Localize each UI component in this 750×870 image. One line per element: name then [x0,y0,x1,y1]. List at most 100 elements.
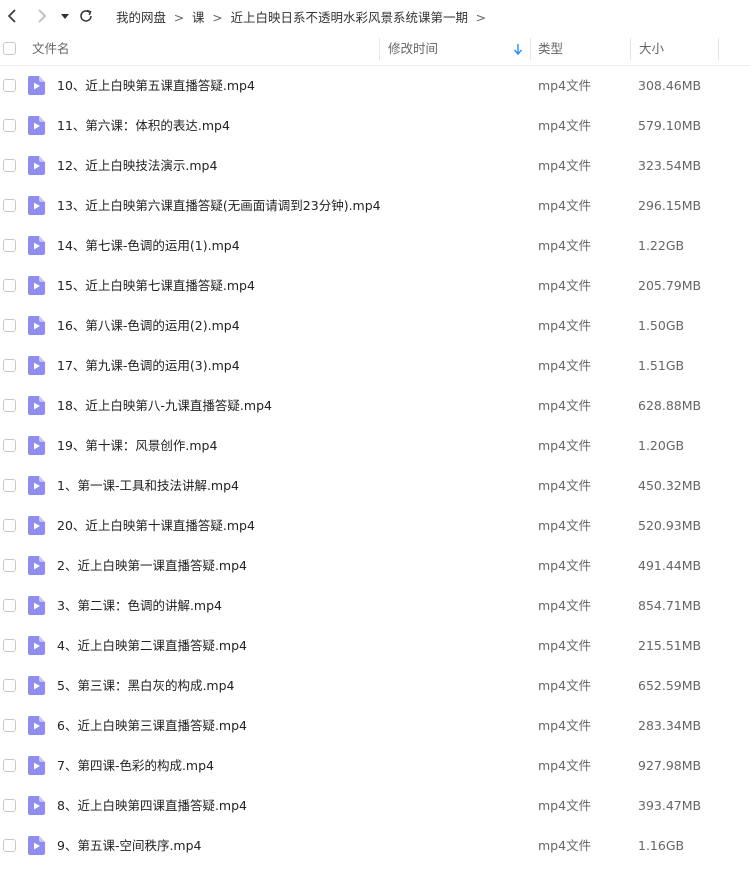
column-divider[interactable] [718,38,719,60]
video-file-icon [28,716,45,735]
row-checkbox[interactable] [3,279,16,292]
video-file-icon [28,556,45,575]
file-row[interactable]: 17、第九课-色调的运用(3).mp4 mp4文件 1.51GB [0,346,750,386]
row-checkbox[interactable] [3,759,16,772]
row-checkbox[interactable] [3,799,16,812]
row-checkbox[interactable] [3,679,16,692]
file-row[interactable]: 2、近上白映第一课直播答疑.mp4 mp4文件 491.44MB [0,546,750,586]
file-name[interactable]: 16、第八课-色调的运用(2).mp4 [57,306,240,346]
row-checkbox[interactable] [3,79,16,92]
file-row[interactable]: 9、第五课-空间秩序.mp4 mp4文件 1.16GB [0,826,750,866]
video-file-icon [28,356,45,375]
refresh-icon[interactable] [77,6,95,26]
file-name[interactable]: 8、近上白映第四课直播答疑.mp4 [57,786,247,826]
table-header: 文件名 修改时间 类型 大小 [0,33,750,66]
file-name[interactable]: 4、近上白映第二课直播答疑.mp4 [57,626,247,666]
column-divider[interactable] [530,38,531,60]
file-row[interactable]: 7、第四课-色彩的构成.mp4 mp4文件 927.98MB [0,746,750,786]
file-name[interactable]: 7、第四课-色彩的构成.mp4 [57,746,214,786]
row-checkbox[interactable] [3,719,16,732]
file-row[interactable]: 18、近上白映第八-九课直播答疑.mp4 mp4文件 628.88MB [0,386,750,426]
column-header-type[interactable]: 类型 [538,33,563,65]
file-size: 854.71MB [638,598,702,613]
row-checkbox[interactable] [3,639,16,652]
file-name[interactable]: 10、近上白映第五课直播答疑.mp4 [57,66,255,106]
file-name[interactable]: 20、近上白映第十课直播答疑.mp4 [57,506,255,546]
history-dropdown-icon[interactable] [59,6,77,26]
file-name[interactable]: 14、第七课-色调的运用(1).mp4 [57,226,240,266]
file-size: 520.93MB [638,518,702,533]
breadcrumb-current-folder[interactable]: 近上白映日系不透明水彩风景系统课第一期 [231,10,469,25]
file-type: mp4文件 [538,318,592,333]
breadcrumb-root[interactable]: 我的网盘 [116,10,166,25]
file-row[interactable]: 8、近上白映第四课直播答疑.mp4 mp4文件 393.47MB [0,786,750,826]
file-row[interactable]: 1、第一课-工具和技法讲解.mp4 mp4文件 450.32MB [0,466,750,506]
file-name[interactable]: 15、近上白映第七课直播答疑.mp4 [57,266,255,306]
row-checkbox[interactable] [3,239,16,252]
file-row[interactable]: 12、近上白映技法演示.mp4 mp4文件 323.54MB [0,146,750,186]
breadcrumb-folder[interactable]: 课 [192,10,205,25]
file-name[interactable]: 3、第二课：色调的讲解.mp4 [57,586,222,626]
file-row[interactable]: 11、第六课：体积的表达.mp4 mp4文件 579.10MB [0,106,750,146]
file-row[interactable]: 10、近上白映第五课直播答疑.mp4 mp4文件 308.46MB [0,66,750,106]
file-type: mp4文件 [538,78,592,93]
row-checkbox[interactable] [3,399,16,412]
file-row[interactable]: 5、第三课：黑白灰的构成.mp4 mp4文件 652.59MB [0,666,750,706]
file-row[interactable]: 6、近上白映第三课直播答疑.mp4 mp4文件 283.34MB [0,706,750,746]
file-type: mp4文件 [538,478,592,493]
row-checkbox[interactable] [3,199,16,212]
file-size: 491.44MB [638,558,702,573]
sort-descending-icon[interactable] [512,43,524,56]
file-row[interactable]: 13、近上白映第六课直播答疑(无画面请调到23分钟).mp4 mp4文件 296.1… [0,186,750,226]
file-row[interactable]: 15、近上白映第七课直播答疑.mp4 mp4文件 205.79MB [0,266,750,306]
row-checkbox[interactable] [3,359,16,372]
video-file-icon [28,636,45,655]
file-size: 283.34MB [638,718,702,733]
file-name[interactable]: 2、近上白映第一课直播答疑.mp4 [57,546,247,586]
file-row[interactable]: 14、第七课-色调的运用(1).mp4 mp4文件 1.22GB [0,226,750,266]
file-row[interactable]: 4、近上白映第二课直播答疑.mp4 mp4文件 215.51MB [0,626,750,666]
file-row[interactable]: 19、第十课：风景创作.mp4 mp4文件 1.20GB [0,426,750,466]
row-checkbox[interactable] [3,319,16,332]
file-name[interactable]: 13、近上白映第六课直播答疑(无画面请调到23分钟).mp4 [57,186,381,226]
file-row[interactable]: 16、第八课-色调的运用(2).mp4 mp4文件 1.50GB [0,306,750,346]
column-header-modified[interactable]: 修改时间 [388,33,438,65]
file-type: mp4文件 [538,358,592,373]
file-name[interactable]: 18、近上白映第八-九课直播答疑.mp4 [57,386,272,426]
video-file-icon [28,796,45,815]
row-checkbox[interactable] [3,159,16,172]
row-checkbox[interactable] [3,119,16,132]
video-file-icon [28,396,45,415]
file-size: 1.16GB [638,838,685,853]
file-name[interactable]: 9、第五课-空间秩序.mp4 [57,826,202,866]
video-file-icon [28,76,45,95]
select-all-checkbox[interactable] [3,42,16,55]
file-name[interactable]: 1、第一课-工具和技法讲解.mp4 [57,466,239,506]
file-name[interactable]: 11、第六课：体积的表达.mp4 [57,106,230,146]
row-checkbox[interactable] [3,439,16,452]
file-row[interactable]: 20、近上白映第十课直播答疑.mp4 mp4文件 520.93MB [0,506,750,546]
file-name[interactable]: 19、第十课：风景创作.mp4 [57,426,217,466]
column-header-name[interactable]: 文件名 [32,33,70,65]
file-row[interactable]: 3、第二课：色调的讲解.mp4 mp4文件 854.71MB [0,586,750,626]
file-size: 1.51GB [638,358,685,373]
row-checkbox[interactable] [3,479,16,492]
file-name[interactable]: 5、第三课：黑白灰的构成.mp4 [57,666,235,706]
back-icon[interactable] [4,6,22,26]
breadcrumb-separator: > [173,10,185,25]
forward-icon[interactable] [33,6,51,26]
file-name[interactable]: 6、近上白映第三课直播答疑.mp4 [57,706,247,746]
file-type: mp4文件 [538,598,592,613]
file-name[interactable]: 12、近上白映技法演示.mp4 [57,146,217,186]
breadcrumb-expand-icon[interactable]: > [468,10,486,25]
column-header-size[interactable]: 大小 [639,33,664,65]
row-checkbox[interactable] [3,559,16,572]
row-checkbox[interactable] [3,599,16,612]
row-checkbox[interactable] [3,519,16,532]
file-name[interactable]: 17、第九课-色调的运用(3).mp4 [57,346,240,386]
file-size: 308.46MB [638,78,702,93]
breadcrumb-separator: > [212,10,223,25]
column-divider[interactable] [630,38,631,60]
row-checkbox[interactable] [3,839,16,852]
column-divider[interactable] [379,38,380,60]
